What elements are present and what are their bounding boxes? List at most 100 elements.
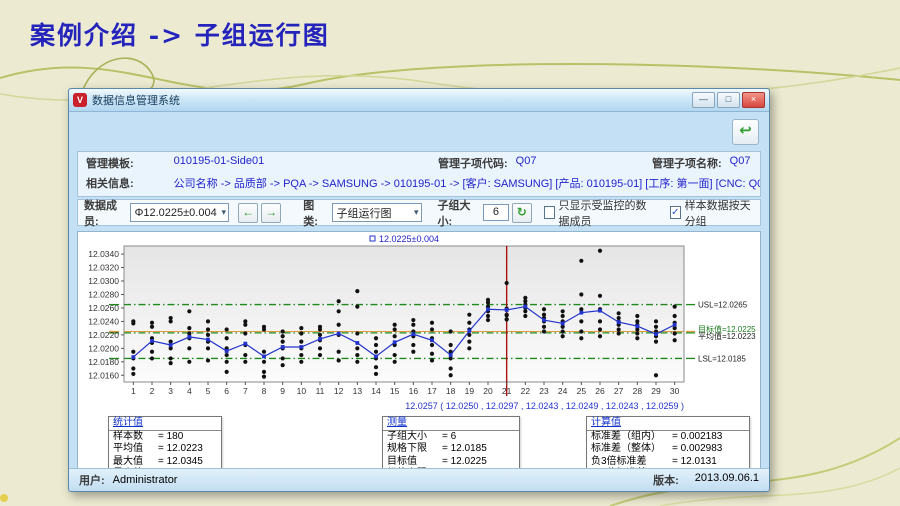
group-by-day-checkbox[interactable]: ✓ bbox=[670, 206, 681, 219]
table-row: 标准差（组内）= 0.002183 bbox=[587, 431, 749, 444]
svg-text:29: 29 bbox=[651, 386, 661, 396]
svg-text:24: 24 bbox=[558, 386, 568, 396]
table-row: 子组大小= 6 bbox=[383, 431, 519, 444]
table-row: 样本数= 180 bbox=[109, 431, 221, 444]
svg-text:12: 12 bbox=[334, 386, 344, 396]
info-panel: 管理模板: 010195-01-Side01 管理子项代码: Q07 管理子项名… bbox=[77, 151, 761, 197]
chart-panel: 12.016012.018012.020012.022012.024012.02… bbox=[77, 231, 761, 475]
prev-member-button[interactable]: ← bbox=[238, 203, 258, 223]
presentation-slide: 案例介绍 -> 子组运行图 V 数据信息管理系统 — □ × ↩ 管理模板: 0… bbox=[0, 0, 900, 506]
svg-text:28: 28 bbox=[633, 386, 643, 396]
data-member-value: Φ12.0225±0.004 bbox=[135, 207, 217, 219]
subgroup-size-label: 子组大小: bbox=[438, 197, 476, 229]
svg-text:27: 27 bbox=[614, 386, 624, 396]
svg-text:7: 7 bbox=[243, 386, 248, 396]
subitem-name-label: 管理子项名称: bbox=[652, 155, 722, 171]
subitem-name-value: Q07 bbox=[730, 155, 751, 171]
svg-text:22: 22 bbox=[521, 386, 531, 396]
related-value: 公司名称 -> 品质部 -> PQA -> SAMSUNG -> 010195-… bbox=[174, 175, 760, 191]
svg-text:2: 2 bbox=[150, 386, 155, 396]
svg-text:LSL=12.0185: LSL=12.0185 bbox=[698, 354, 746, 363]
next-member-button[interactable]: → bbox=[261, 203, 281, 223]
chart-type-value: 子组运行图 bbox=[337, 205, 392, 221]
svg-text:30: 30 bbox=[670, 386, 680, 396]
monitored-only-checkbox[interactable] bbox=[544, 206, 555, 219]
svg-text:平均值=12.0223: 平均值=12.0223 bbox=[698, 331, 756, 341]
data-member-label: 数据成员: bbox=[84, 197, 122, 229]
calculated-table-header: 计算值 bbox=[587, 417, 749, 431]
svg-text:19: 19 bbox=[465, 386, 475, 396]
svg-text:26: 26 bbox=[595, 386, 605, 396]
svg-text:12.0300: 12.0300 bbox=[88, 276, 119, 286]
maximize-button[interactable]: □ bbox=[717, 92, 740, 108]
refresh-button[interactable]: ↻ bbox=[512, 203, 532, 223]
toolbar: 数据成员: Φ12.0225±0.004 ▾ ← → 图类: 子组运行图 ▾ 子… bbox=[77, 199, 761, 226]
svg-text:20: 20 bbox=[483, 386, 493, 396]
svg-text:12.0240: 12.0240 bbox=[88, 316, 119, 326]
related-label: 相关信息: bbox=[86, 175, 134, 191]
subitem-code-label: 管理子项代码: bbox=[438, 155, 508, 171]
chart-type-label: 图类: bbox=[303, 197, 323, 229]
right-arrow-icon: → bbox=[265, 205, 277, 219]
left-arrow-icon: ← bbox=[242, 205, 254, 219]
svg-text:12.0340: 12.0340 bbox=[88, 249, 119, 259]
app-logo-icon: V bbox=[73, 93, 87, 107]
svg-text:10: 10 bbox=[297, 386, 307, 396]
svg-text:12.0180: 12.0180 bbox=[88, 357, 119, 367]
svg-text:12.0225±0.004: 12.0225±0.004 bbox=[379, 234, 439, 244]
table-row: 负3倍标准差= 12.0131 bbox=[587, 456, 749, 469]
svg-text:13: 13 bbox=[353, 386, 363, 396]
close-button[interactable]: × bbox=[742, 92, 765, 108]
table-row: 最大值= 12.0345 bbox=[109, 456, 221, 469]
svg-text:16: 16 bbox=[409, 386, 419, 396]
svg-text:12.0160: 12.0160 bbox=[88, 370, 119, 380]
svg-text:23: 23 bbox=[539, 386, 549, 396]
svg-text:21: 21 bbox=[502, 386, 512, 396]
svg-text:12.0257 ( 12.0250 , 12.0297 ,: 12.0257 ( 12.0250 , 12.0297 , 12.0243 , … bbox=[405, 401, 684, 411]
user-label: 用户: bbox=[79, 472, 105, 488]
svg-text:12.0220: 12.0220 bbox=[88, 330, 119, 340]
svg-text:18: 18 bbox=[446, 386, 456, 396]
back-arrow-icon: ↩ bbox=[739, 122, 752, 139]
table-row: 标准差（整体）= 0.002983 bbox=[587, 443, 749, 456]
template-label: 管理模板: bbox=[86, 155, 134, 171]
svg-text:11: 11 bbox=[316, 386, 325, 396]
svg-text:5: 5 bbox=[206, 386, 211, 396]
chevron-down-icon: ▾ bbox=[218, 207, 227, 218]
table-row: 规格下限= 12.0185 bbox=[383, 443, 519, 456]
svg-text:6: 6 bbox=[224, 386, 229, 396]
svg-text:USL=12.0265: USL=12.0265 bbox=[698, 301, 748, 310]
chevron-down-icon: ▾ bbox=[410, 207, 419, 218]
refresh-icon: ↻ bbox=[517, 205, 527, 219]
table-row: 平均值= 12.0223 bbox=[109, 443, 221, 456]
svg-text:12.0260: 12.0260 bbox=[88, 303, 119, 313]
subgroup-run-chart[interactable]: 12.016012.018012.020012.022012.024012.02… bbox=[78, 232, 760, 412]
info-row-1: 管理模板: 010195-01-Side01 管理子项代码: Q07 管理子项名… bbox=[78, 152, 760, 172]
svg-text:8: 8 bbox=[262, 386, 267, 396]
monitored-only-label: 只显示受监控的数据成员 bbox=[559, 197, 654, 229]
subgroup-size-input[interactable]: 6 bbox=[483, 204, 509, 221]
svg-text:14: 14 bbox=[371, 386, 381, 396]
minimize-button[interactable]: — bbox=[692, 92, 715, 108]
group-by-day-label: 样本数据按天分组 bbox=[685, 197, 754, 229]
svg-text:15: 15 bbox=[390, 386, 400, 396]
version-value: 2013.09.06.1 bbox=[695, 472, 759, 488]
subitem-code-value: Q07 bbox=[516, 155, 537, 171]
window-titlebar[interactable]: V 数据信息管理系统 — □ × bbox=[69, 89, 769, 112]
template-value: 010195-01-Side01 bbox=[174, 155, 265, 171]
data-member-select[interactable]: Φ12.0225±0.004 ▾ bbox=[130, 203, 229, 222]
chart-type-select[interactable]: 子组运行图 ▾ bbox=[332, 203, 422, 222]
user-value: Administrator bbox=[113, 474, 178, 486]
info-row-2: 相关信息: 公司名称 -> 品质部 -> PQA -> SAMSUNG -> 0… bbox=[78, 172, 760, 192]
status-bar: 用户: Administrator 版本: 2013.09.06.1 bbox=[69, 468, 769, 491]
page-title: 案例介绍 -> 子组运行图 bbox=[30, 16, 330, 52]
measure-table-header: 测量 bbox=[383, 417, 519, 431]
statistics-table-header: 统计值 bbox=[109, 417, 221, 431]
svg-text:17: 17 bbox=[427, 386, 437, 396]
window-title: 数据信息管理系统 bbox=[92, 92, 180, 108]
svg-text:3: 3 bbox=[168, 386, 173, 396]
table-row: 目标值= 12.0225 bbox=[383, 456, 519, 469]
back-button[interactable]: ↩ bbox=[732, 119, 759, 145]
check-icon: ✓ bbox=[671, 208, 679, 218]
svg-text:4: 4 bbox=[187, 386, 192, 396]
